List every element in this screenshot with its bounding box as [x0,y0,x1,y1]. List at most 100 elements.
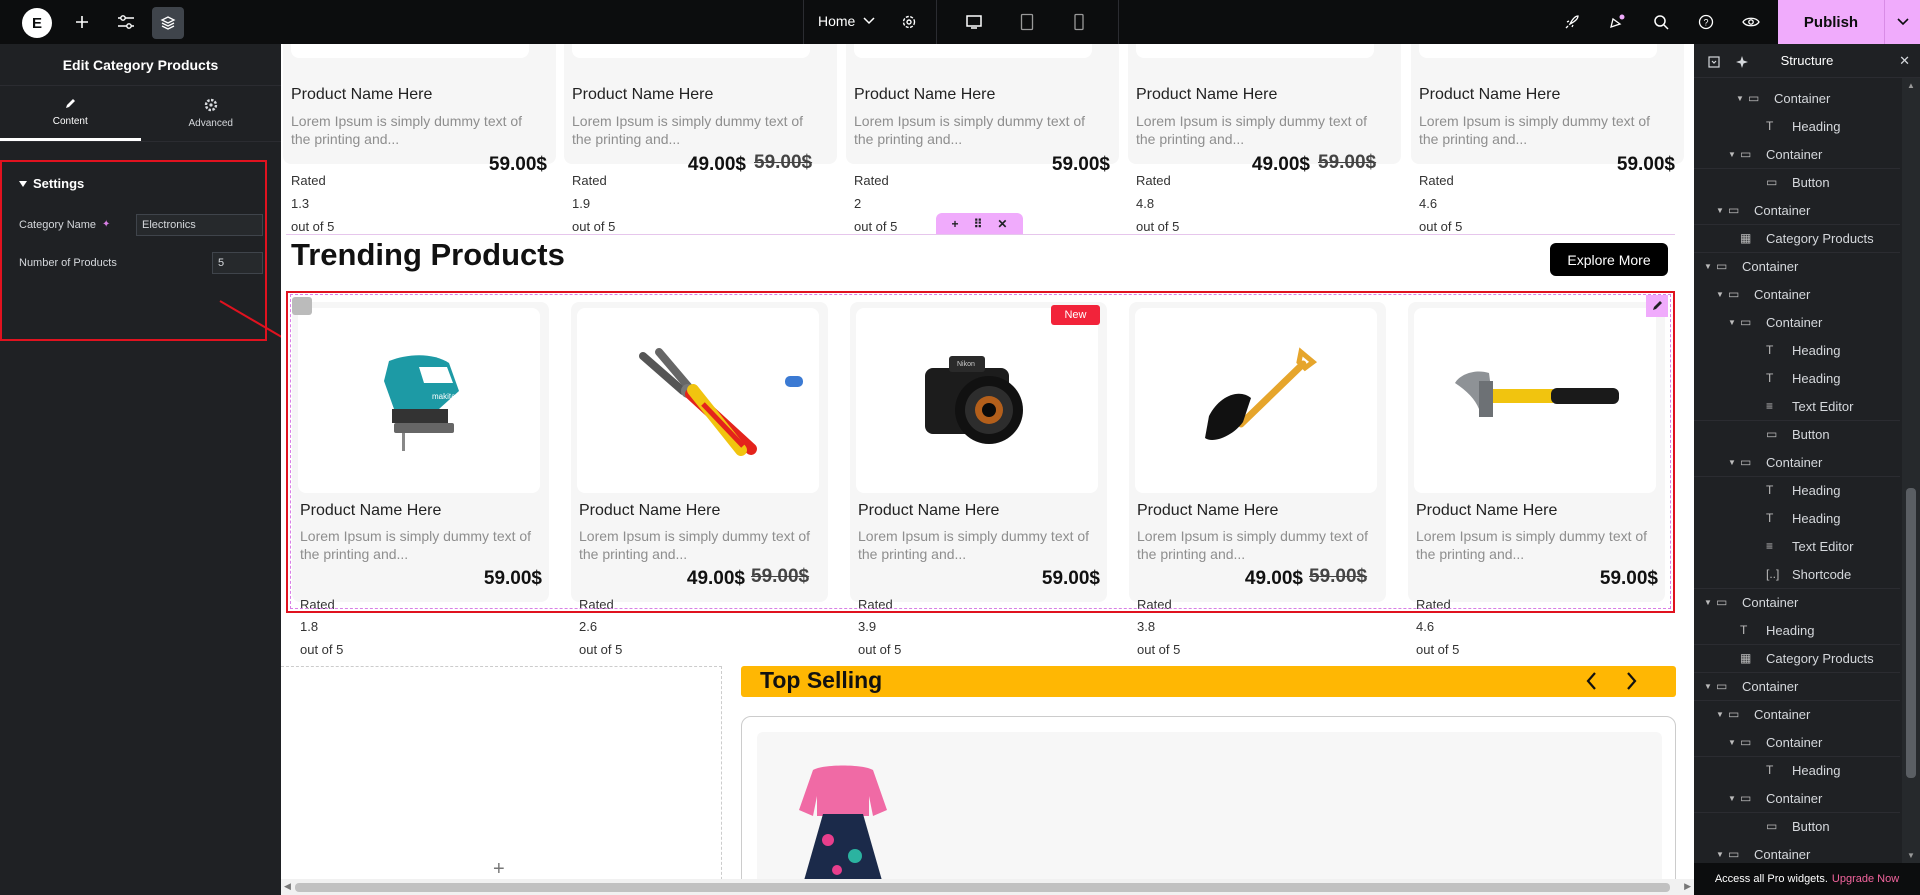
delete-container-icon[interactable]: ✕ [997,217,1007,231]
structure-item-heading[interactable]: T Heading [1694,364,1900,392]
structure-item-container[interactable]: ▼ ▭ Container [1694,448,1900,476]
structure-item-shortcode[interactable]: [..] Shortcode [1694,560,1900,588]
structure-item-container[interactable]: ▼ ▭ Container [1694,588,1900,616]
structure-item-label: Heading [1792,762,1841,778]
publish-button[interactable]: Publish [1778,0,1884,44]
expand-caret-icon[interactable]: ▼ [1736,94,1748,103]
expand-caret-icon[interactable]: ▼ [1716,710,1728,719]
product-card[interactable]: Product Name Here Lorem Ipsum is simply … [283,44,556,175]
structure-item-text[interactable]: ≡ Text Editor [1694,532,1900,560]
site-settings-button[interactable] [112,0,140,44]
expand-caret-icon[interactable]: ▼ [1728,150,1740,159]
mobile-view-button[interactable] [1065,0,1093,44]
structure-item-container[interactable]: ▼ ▭ Container [1694,84,1900,112]
structure-item-container[interactable]: ▼ ▭ Container [1694,700,1900,728]
add-widget-icon[interactable]: + [493,858,505,881]
structure-item-heading[interactable]: T Heading [1694,336,1900,364]
upgrade-now-link[interactable]: Upgrade Now [1832,873,1899,885]
scroll-up-icon[interactable]: ▲ [1907,81,1915,90]
pro-text: Access all Pro widgets. [1714,873,1828,885]
page-selector[interactable]: Home [818,13,875,29]
tablet-view-button[interactable] [1013,0,1041,44]
preview-button[interactable] [1737,0,1765,44]
expand-caret-icon[interactable]: ▼ [1704,682,1716,691]
widget-type-icon[interactable] [292,297,312,315]
add-container-icon[interactable]: + [952,217,959,231]
expand-caret-icon[interactable]: ▼ [1728,794,1740,803]
structure-item-container[interactable]: ▼ ▭ Container [1694,784,1900,812]
collapse-all-icon[interactable] [1708,56,1720,68]
tab-content[interactable]: Content [0,86,141,141]
publish-options-button[interactable] [1884,0,1920,44]
structure-item-heading[interactable]: T Heading [1694,112,1900,140]
chevron-left-icon[interactable] [1585,671,1599,691]
structure-item-grid[interactable]: ▦ Category Products [1694,224,1900,252]
structure-item-heading[interactable]: T Heading [1694,616,1900,644]
layers-icon [160,16,176,30]
structure-item-label: Button [1792,174,1830,190]
structure-item-grid[interactable]: ▦ Category Products [1694,644,1900,672]
expand-caret-icon[interactable]: ▼ [1704,598,1716,607]
scroll-right-icon[interactable]: ▶ [1684,881,1691,892]
close-icon[interactable]: ✕ [1899,53,1910,69]
structure-item-heading[interactable]: T Heading [1694,504,1900,532]
product-card[interactable]: Product Name Here Lorem Ipsum is simply … [1128,44,1401,175]
horizontal-scrollbar[interactable]: ◀ ▶ [281,879,1694,895]
help-button[interactable]: ? [1692,0,1720,44]
product-card[interactable]: Product Name Here Lorem Ipsum is simply … [1411,44,1684,175]
rating-value: 4.8 [1136,196,1155,211]
container-handle[interactable]: + ⠿ ✕ [936,213,1023,234]
vertical-scrollbar[interactable]: ▲ ▼ [1902,78,1920,863]
structure-item-text[interactable]: ≡ Text Editor [1694,392,1900,420]
category-name-input[interactable] [136,214,263,236]
scrollbar-thumb[interactable] [1906,488,1916,778]
expand-caret-icon[interactable]: ▼ [1728,458,1740,467]
chevron-right-icon[interactable] [1624,671,1638,691]
structure-toggle-button[interactable] [152,7,184,39]
product-card[interactable]: Product Name Here Lorem Ipsum is simply … [846,44,1119,175]
scroll-down-icon[interactable]: ▼ [1907,851,1915,860]
scroll-left-icon[interactable]: ◀ [284,881,291,892]
product-price: 49.00$ [687,154,746,175]
heading-icon: T [1766,119,1774,133]
add-element-button[interactable] [68,0,96,44]
desktop-view-button[interactable] [960,0,988,44]
structure-item-button[interactable]: ▭ Button [1694,420,1900,448]
whats-new-button[interactable] [1603,0,1631,44]
search-button[interactable] [1647,0,1675,44]
number-of-products-input[interactable] [212,252,263,274]
container-icon: ▭ [1716,679,1728,693]
heading-icon: T [1766,371,1774,385]
expand-caret-icon[interactable]: ▼ [1728,738,1740,747]
ai-sparkle-icon[interactable]: ✦ [102,219,110,230]
structure-item-heading[interactable]: T Heading [1694,756,1900,784]
scrollbar-thumb[interactable] [295,883,1670,892]
structure-item-heading[interactable]: T Heading [1694,476,1900,504]
ai-sparkle-icon[interactable] [1735,55,1749,69]
structure-item-container[interactable]: ▼ ▭ Container [1694,308,1900,336]
explore-more-button[interactable]: Explore More [1550,243,1668,276]
structure-item-container[interactable]: ▼ ▭ Container [1694,672,1900,700]
structure-item-container[interactable]: ▼ ▭ Container [1694,140,1900,168]
expand-caret-icon[interactable]: ▼ [1716,290,1728,299]
structure-item-container[interactable]: ▼ ▭ Container [1694,252,1900,280]
expand-caret-icon[interactable]: ▼ [1716,206,1728,215]
product-card[interactable]: Product Name Here Lorem Ipsum is simply … [564,44,837,175]
structure-item-container[interactable]: ▼ ▭ Container [1694,728,1900,756]
elementor-logo-icon[interactable]: E [22,8,52,38]
expand-caret-icon[interactable]: ▼ [1716,850,1728,859]
structure-item-container[interactable]: ▼ ▭ Container [1694,280,1900,308]
structure-item-button[interactable]: ▭ Button [1694,812,1900,840]
product-price: 49.00$ [1251,154,1310,175]
launchpad-button[interactable] [1558,0,1586,44]
container-icon: ▭ [1728,287,1740,301]
structure-item-container[interactable]: ▼ ▭ Container [1694,196,1900,224]
page-settings-button[interactable] [895,0,923,44]
expand-caret-icon[interactable]: ▼ [1728,318,1740,327]
drag-handle-icon[interactable]: ⠿ [974,217,983,231]
tab-advanced[interactable]: Advanced [141,86,282,141]
structure-item-button[interactable]: ▭ Button [1694,168,1900,196]
expand-caret-icon[interactable]: ▼ [1704,262,1716,271]
edit-widget-button[interactable] [1646,295,1668,317]
settings-section-toggle[interactable]: Settings [19,176,84,191]
